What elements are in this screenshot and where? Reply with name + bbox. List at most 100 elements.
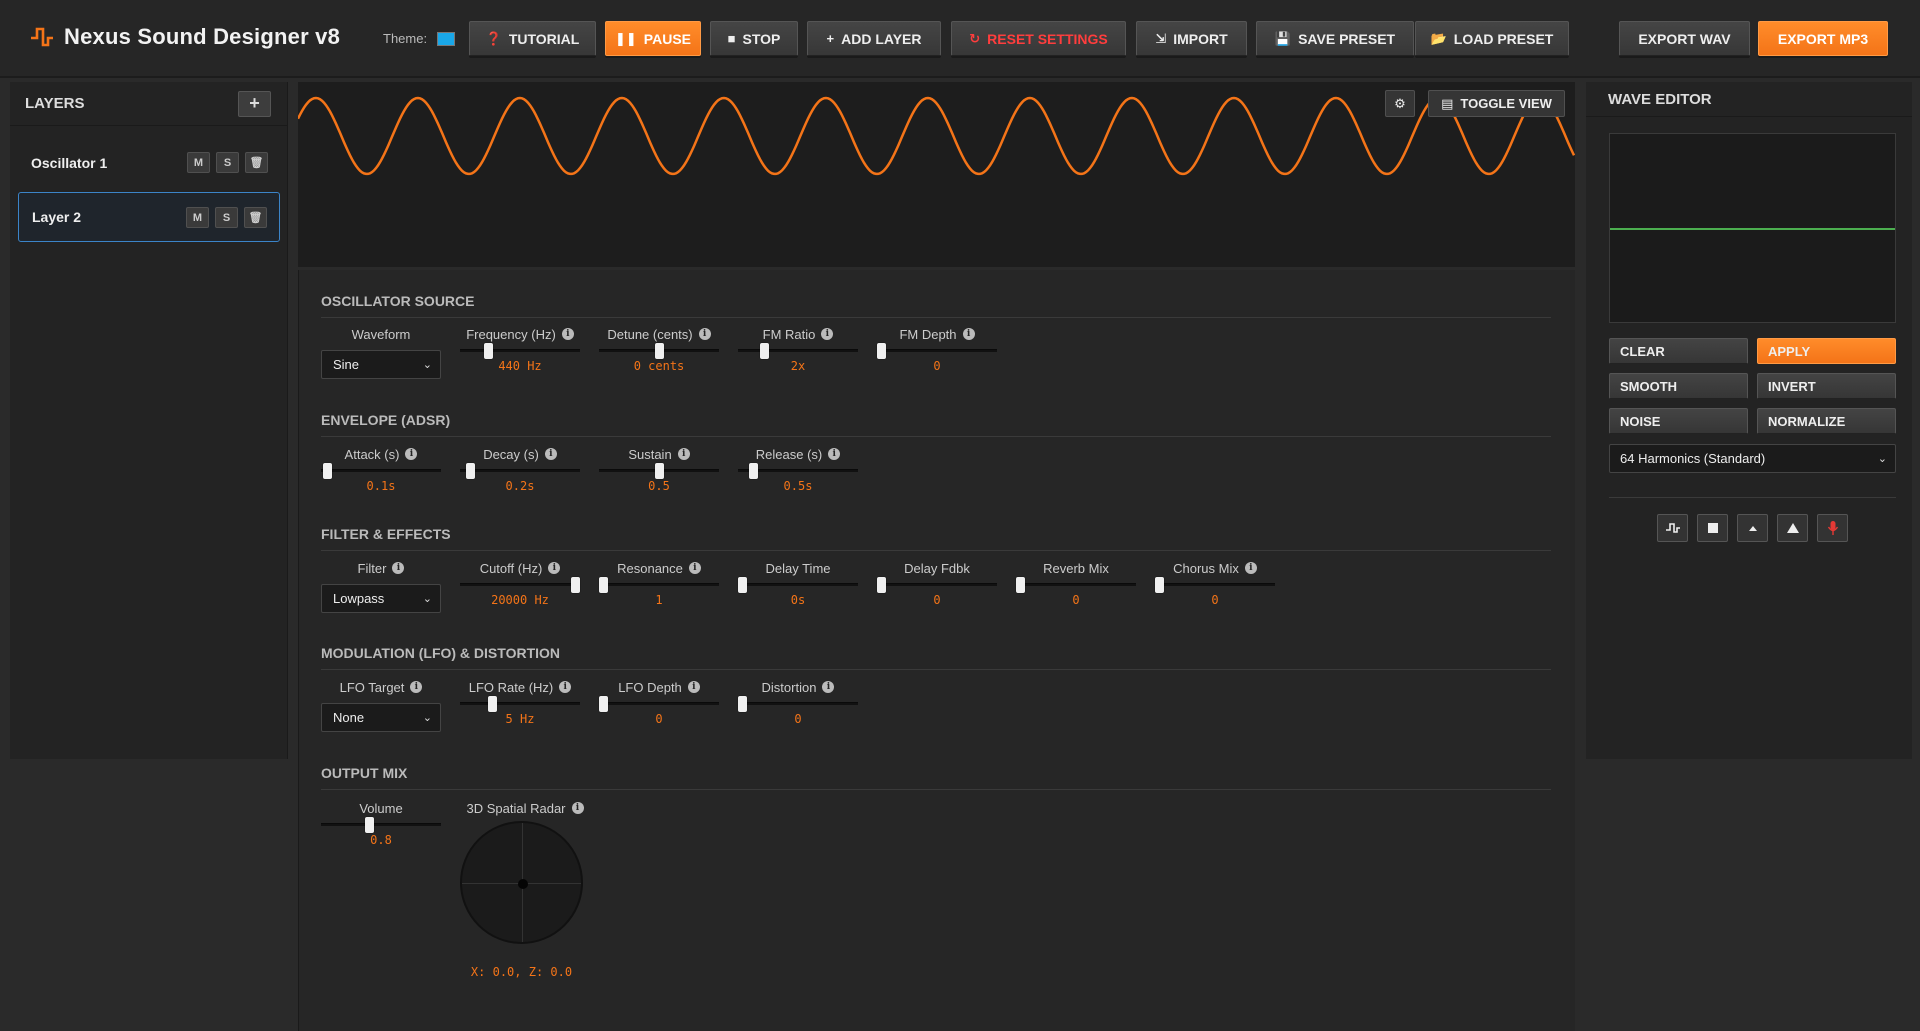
- export-mp3-button[interactable]: EXPORT MP3: [1758, 21, 1888, 56]
- slider-track[interactable]: [599, 343, 719, 359]
- info-icon[interactable]: i: [822, 681, 835, 693]
- info-icon[interactable]: i: [410, 681, 423, 693]
- harmonics-select[interactable]: 64 Harmonics (Standard) ⌄: [1609, 444, 1896, 473]
- pause-button[interactable]: ❚❚ PAUSE: [605, 21, 701, 56]
- slider-track[interactable]: [1155, 577, 1275, 593]
- import-button[interactable]: ⇲ IMPORT: [1136, 21, 1247, 56]
- normalize-button[interactable]: NORMALIZE: [1757, 408, 1896, 434]
- info-icon[interactable]: i: [677, 448, 690, 460]
- gear-icon[interactable]: ⚙: [1385, 90, 1415, 117]
- slider-thumb[interactable]: [599, 696, 608, 712]
- info-icon[interactable]: i: [688, 562, 701, 574]
- apply-button[interactable]: APPLY: [1757, 338, 1896, 364]
- trash-icon[interactable]: 🗑: [244, 207, 267, 228]
- stop-square-icon[interactable]: [1697, 514, 1728, 542]
- info-icon[interactable]: i: [561, 328, 574, 340]
- slider-track[interactable]: [460, 343, 580, 359]
- info-icon[interactable]: i: [687, 681, 700, 693]
- export-wav-button[interactable]: EXPORT WAV: [1619, 21, 1750, 56]
- slider-thumb[interactable]: [738, 696, 747, 712]
- load-preset-button[interactable]: 📂 LOAD PRESET: [1415, 21, 1569, 56]
- slider-thumb[interactable]: [365, 817, 375, 833]
- info-icon[interactable]: i: [571, 802, 584, 814]
- lfo-target-select[interactable]: None ⌄: [321, 703, 441, 732]
- pause-icon: ❚❚: [615, 31, 637, 46]
- slider-track[interactable]: [877, 343, 997, 359]
- info-icon[interactable]: i: [392, 562, 405, 574]
- add-layer-button[interactable]: + ADD LAYER: [807, 21, 941, 56]
- info-icon[interactable]: i: [828, 448, 841, 460]
- slider-track[interactable]: [738, 343, 858, 359]
- stop-button[interactable]: ■ STOP: [710, 21, 798, 56]
- triangle-icon[interactable]: [1777, 514, 1808, 542]
- slider-thumb[interactable]: [484, 343, 494, 359]
- slider-track[interactable]: [460, 577, 580, 593]
- slider-track[interactable]: [321, 817, 441, 833]
- slider-thumb[interactable]: [571, 577, 580, 593]
- info-icon[interactable]: i: [962, 328, 975, 340]
- control-value: 0: [1072, 593, 1080, 607]
- slider-thumb[interactable]: [1016, 577, 1025, 593]
- wave-editor-panel: WAVE EDITOR CLEAR APPLY SMOOTH INVERT NO…: [1586, 82, 1912, 759]
- slider-track[interactable]: [321, 463, 441, 479]
- invert-button[interactable]: INVERT: [1757, 373, 1896, 399]
- slider-thumb[interactable]: [465, 463, 475, 479]
- slider-thumb[interactable]: [738, 577, 747, 593]
- slider-track[interactable]: [1016, 577, 1136, 593]
- slider-track[interactable]: [599, 463, 719, 479]
- slider-thumb[interactable]: [1155, 577, 1164, 593]
- slider-thumb[interactable]: [654, 343, 664, 359]
- info-icon[interactable]: i: [544, 448, 557, 460]
- radar-position-dot[interactable]: [518, 879, 528, 889]
- waveform-select[interactable]: Sine ⌄: [321, 350, 441, 379]
- slider-track[interactable]: [599, 696, 719, 712]
- mute-button[interactable]: M: [187, 152, 210, 173]
- slider-track[interactable]: [877, 577, 997, 593]
- slider-thumb[interactable]: [760, 343, 770, 359]
- slider-thumb[interactable]: [877, 577, 886, 593]
- toggle-view-button[interactable]: ▤ TOGGLE VIEW: [1428, 90, 1565, 117]
- slider-thumb[interactable]: [323, 463, 333, 479]
- chevron-down-icon: ⌄: [422, 712, 432, 724]
- slider-track[interactable]: [599, 577, 719, 593]
- layer-name: Layer 2: [32, 209, 82, 225]
- info-icon[interactable]: i: [821, 328, 834, 340]
- add-layer-small-button[interactable]: +: [238, 90, 271, 117]
- small-triangle-icon[interactable]: [1737, 514, 1768, 542]
- filter-select[interactable]: Lowpass ⌄: [321, 584, 441, 613]
- smooth-button[interactable]: SMOOTH: [1609, 373, 1748, 399]
- mute-button[interactable]: M: [186, 207, 209, 228]
- layer-item-selected[interactable]: Layer 2 M S 🗑: [18, 192, 280, 242]
- theme-color-swatch[interactable]: [437, 31, 456, 46]
- spatial-radar[interactable]: [460, 821, 583, 944]
- solo-button[interactable]: S: [216, 152, 239, 173]
- slider-track[interactable]: [738, 577, 858, 593]
- slider-track[interactable]: [460, 696, 580, 712]
- slider-thumb[interactable]: [487, 696, 497, 712]
- volume-control: Volume 0.8: [321, 800, 441, 847]
- slider-track[interactable]: [738, 696, 858, 712]
- reset-settings-button[interactable]: ↻ RESET SETTINGS: [951, 21, 1126, 56]
- square-wave-icon[interactable]: [1657, 514, 1688, 542]
- slider-thumb[interactable]: [599, 577, 608, 593]
- info-icon[interactable]: i: [698, 328, 711, 340]
- slider-thumb[interactable]: [654, 463, 664, 479]
- layer-item[interactable]: Oscillator 1 M S 🗑: [18, 138, 280, 188]
- theme-picker[interactable]: Theme:: [383, 31, 456, 46]
- info-icon[interactable]: i: [559, 681, 572, 693]
- save-preset-button[interactable]: 💾 SAVE PRESET: [1256, 21, 1414, 56]
- info-icon[interactable]: i: [1244, 562, 1257, 574]
- info-icon[interactable]: i: [548, 562, 561, 574]
- info-icon[interactable]: i: [405, 448, 418, 460]
- noise-button[interactable]: NOISE: [1609, 408, 1748, 434]
- clear-button[interactable]: CLEAR: [1609, 338, 1748, 364]
- tutorial-button[interactable]: ❓ TUTORIAL: [469, 21, 596, 56]
- solo-button[interactable]: S: [215, 207, 238, 228]
- slider-track[interactable]: [738, 463, 858, 479]
- microphone-icon[interactable]: [1817, 514, 1848, 542]
- wave-editor-canvas[interactable]: [1609, 133, 1896, 323]
- slider-track[interactable]: [460, 463, 580, 479]
- slider-thumb[interactable]: [749, 463, 759, 479]
- slider-thumb[interactable]: [877, 343, 886, 359]
- trash-icon[interactable]: 🗑: [245, 152, 268, 173]
